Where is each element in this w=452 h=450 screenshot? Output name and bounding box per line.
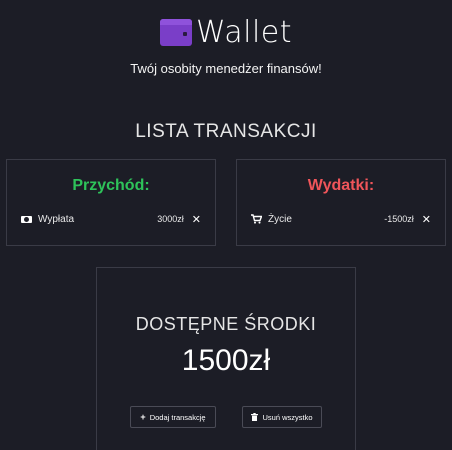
brand: Wallet [0,12,452,52]
income-item-label: Wypłata [38,213,75,225]
expense-item-label: Życie [268,213,292,225]
app-header: Wallet Twój osobity menedżer finansów! [0,12,452,77]
money-icon [21,215,32,223]
app-title: Wallet [195,14,293,50]
add-transaction-label: Dodaj transakcję [149,412,206,422]
transactions-title: LISTA TRANSAKCJI [135,121,317,142]
income-panel: Przychód: Wypłata 3000zł ✕ [6,159,216,246]
income-item: Wypłata 3000zł ✕ [21,212,201,226]
cart-icon [251,214,262,224]
wallet-icon [159,18,192,46]
balance-panel: DOSTĘPNE ŚRODKI 1500zł + Dodaj transakcj… [96,267,356,450]
income-heading: Przychód: [72,177,150,194]
expense-item: Życie -1500zł ✕ [251,212,431,226]
expenses-panel: Wydatki: Życie -1500zł ✕ [236,159,446,246]
expense-item-amount: -1500zł [384,214,414,224]
page: Wallet Twój osobity menedżer finansów! L… [0,0,452,450]
clear-all-button[interactable]: Usuń wszystko [242,406,322,428]
income-item-amount: 3000zł [157,214,184,224]
close-icon[interactable]: ✕ [422,213,431,226]
plus-icon: + [140,412,146,422]
clear-all-label: Usuń wszystko [262,412,313,422]
expenses-heading: Wydatki: [307,177,375,194]
close-icon[interactable]: ✕ [192,213,201,226]
balance-value: 1500zł [181,344,271,377]
add-transaction-button[interactable]: + Dodaj transakcję [130,406,216,428]
balance-label: DOSTĘPNE ŚRODKI [135,314,317,334]
app-subtitle: Twój osobity menedżer finansów! [130,61,322,76]
trash-icon [251,413,259,421]
